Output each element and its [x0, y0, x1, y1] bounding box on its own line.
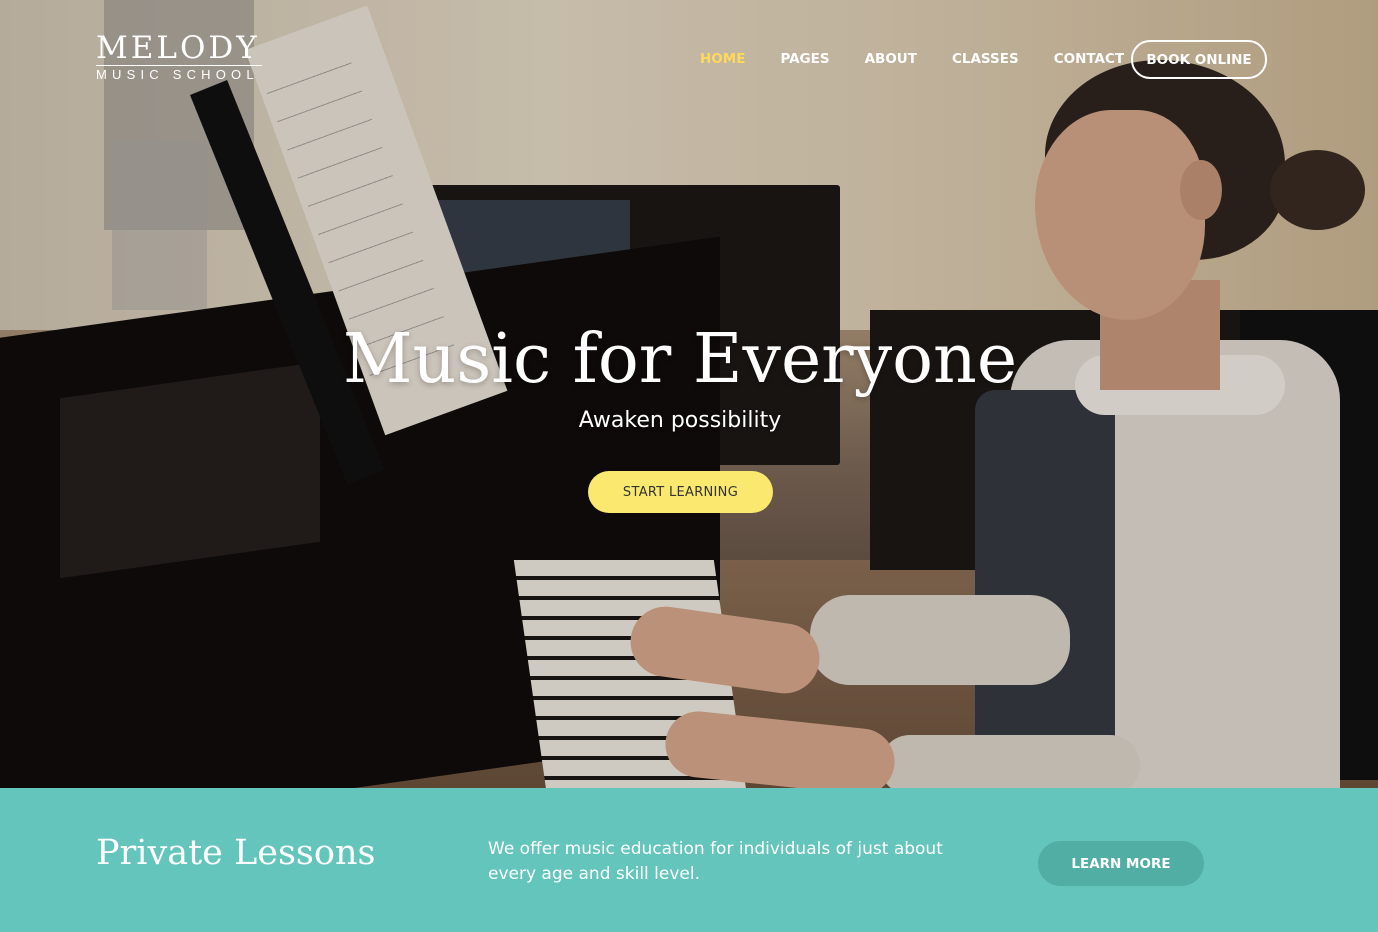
- band-title: Private Lessons: [96, 833, 376, 873]
- hero-section: MELODY MUSIC SCHOOL HOME PAGES ABOUT CLA…: [0, 0, 1378, 788]
- band-description: We offer music education for individuals…: [488, 839, 943, 884]
- site-logo[interactable]: MELODY MUSIC SCHOOL: [96, 32, 262, 82]
- nav-item-about[interactable]: ABOUT: [865, 51, 917, 67]
- hero-title: Music for Everyone: [342, 320, 1018, 399]
- main-nav: HOME PAGES ABOUT CLASSES CONTACT: [700, 40, 1159, 78]
- book-online-button[interactable]: BOOK ONLINE: [1131, 40, 1267, 79]
- private-lessons-band: Private Lessons We offer music education…: [0, 788, 1378, 932]
- nav-item-classes[interactable]: CLASSES: [952, 51, 1019, 67]
- learn-more-button[interactable]: LEARN MORE: [1038, 841, 1204, 886]
- nav-item-pages[interactable]: PAGES: [780, 51, 829, 67]
- nav-item-home[interactable]: HOME: [700, 51, 745, 67]
- hero-subtitle: Awaken possibility: [578, 408, 782, 433]
- nav-item-contact[interactable]: CONTACT: [1054, 51, 1124, 67]
- page: MELODY MUSIC SCHOOL HOME PAGES ABOUT CLA…: [0, 0, 1378, 932]
- logo-wordmark: MELODY: [96, 32, 262, 66]
- start-learning-button[interactable]: START LEARNING: [588, 471, 773, 513]
- logo-tagline: MUSIC SCHOOL: [96, 67, 259, 82]
